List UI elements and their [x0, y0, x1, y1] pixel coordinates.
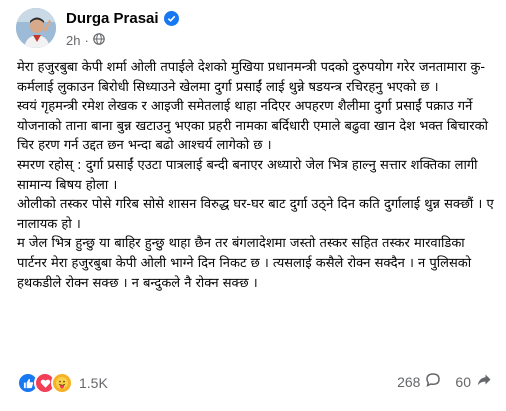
verified-badge-icon: [163, 11, 179, 26]
post-paragraph: ओलीको तस्कर पोसे गरिब सोसे शासन विरुद्ध …: [17, 197, 494, 232]
post-body: मेरा हजुरबुबा केपी शर्मा ओली तपाईले देशक…: [17, 58, 495, 293]
meta-separator: ·: [84, 33, 89, 48]
share-icon: [476, 372, 492, 391]
post-paragraph: मेरा हजुरबुबा केपी शर्मा ओली तपाईले देशक…: [17, 60, 486, 95]
shares-link[interactable]: 60: [455, 372, 492, 391]
author-avatar[interactable]: [16, 8, 56, 48]
author-name-row: Durga Prasai: [66, 10, 179, 27]
post-paragraph: स्मरण रहोस् : दुर्गा प्रसाईं एउटा पात्रल…: [17, 157, 478, 193]
post-time[interactable]: 2h: [66, 33, 80, 48]
author-name[interactable]: Durga Prasai: [66, 10, 159, 27]
comment-icon: [425, 372, 441, 391]
reaction-count: 1.5K: [79, 375, 108, 391]
care-icon: [51, 372, 73, 394]
comment-count: 268: [397, 373, 421, 390]
post-meta: 2h ·: [66, 33, 105, 48]
comments-link[interactable]: 268: [397, 372, 441, 391]
globe-icon[interactable]: [93, 33, 105, 48]
post-paragraph: म जेल भित्र हुन्छु या बाहिर हुन्छु थाहा …: [17, 236, 472, 291]
share-count: 60: [455, 373, 471, 390]
post-paragraph: स्वयं गृहमन्त्री रमेश लेखक र आइजी समेतला…: [17, 99, 488, 154]
profile-photo: [16, 8, 56, 48]
engagement-stats: 268 60: [397, 372, 492, 391]
reaction-summary[interactable]: 1.5K: [17, 372, 108, 394]
